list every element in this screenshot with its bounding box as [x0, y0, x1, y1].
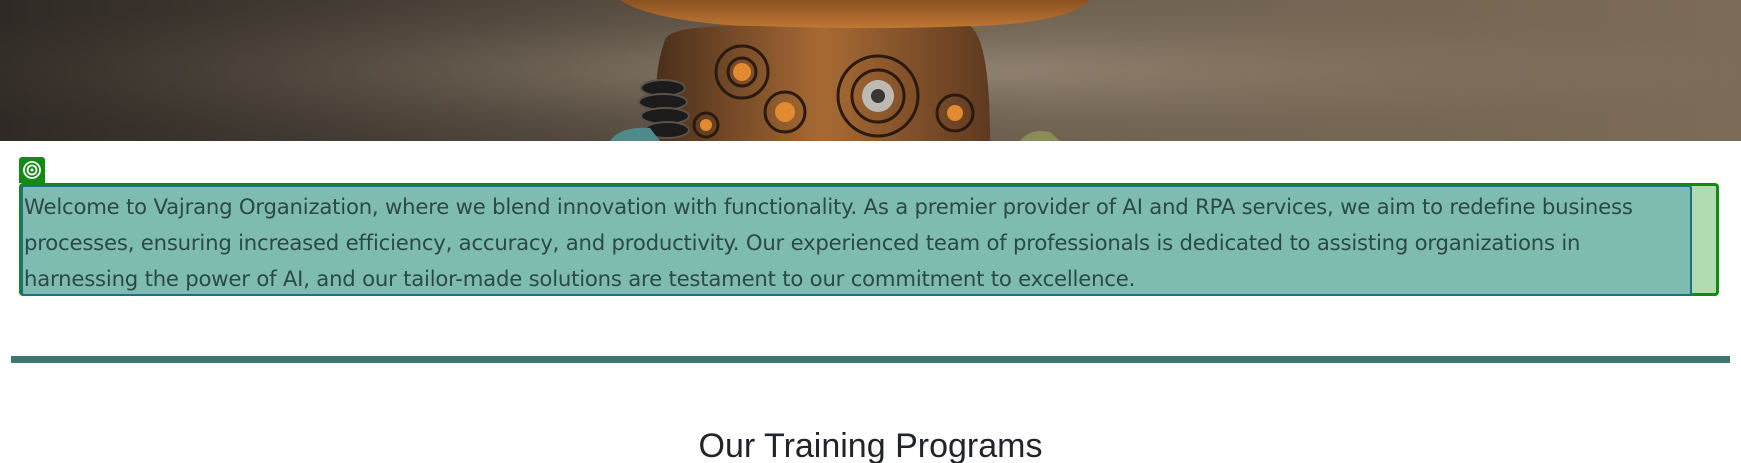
training-programs-heading: Our Training Programs — [698, 427, 1043, 463]
target-icon — [23, 161, 41, 179]
hero-image — [0, 0, 1741, 141]
robot-icon — [0, 0, 1741, 141]
section-divider — [11, 356, 1730, 363]
page: Welcome to Vajrang Organization, where w… — [0, 0, 1741, 463]
edit-target-badge[interactable] — [19, 157, 45, 183]
intro-paragraph[interactable]: Welcome to Vajrang Organization, where w… — [24, 189, 1694, 297]
